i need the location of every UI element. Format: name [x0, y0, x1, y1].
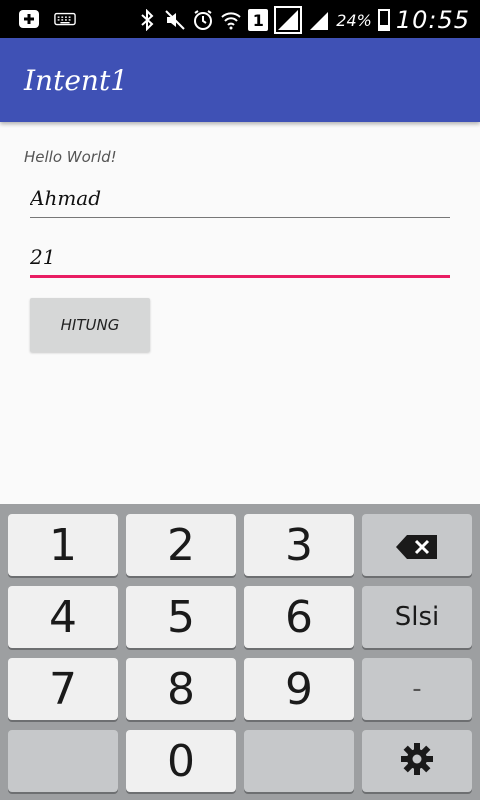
wifi-icon	[220, 9, 242, 31]
key-3[interactable]: 3	[244, 514, 354, 576]
key-5[interactable]: 5	[126, 586, 236, 648]
age-field[interactable]	[30, 238, 450, 278]
status-bar: 1 24% 10:55	[0, 0, 480, 38]
signal-bars-icon	[308, 9, 330, 31]
status-notifications	[18, 8, 76, 30]
settings-key[interactable]	[362, 730, 472, 792]
key-1[interactable]: 1	[8, 514, 118, 576]
app-title: Intent1	[24, 64, 129, 97]
app-bar: Intent1	[0, 38, 480, 122]
status-system-icons: 1 24% 10:55	[136, 6, 470, 34]
key-7[interactable]: 7	[8, 658, 118, 720]
clock: 10:55	[395, 6, 470, 34]
blank-key-right[interactable]	[244, 730, 354, 792]
key-8[interactable]: 8	[126, 658, 236, 720]
name-field[interactable]	[30, 178, 450, 218]
key-9[interactable]: 9	[244, 658, 354, 720]
blank-key-left[interactable]	[8, 730, 118, 792]
dash-key[interactable]: -	[362, 658, 472, 720]
battery-percent: 24%	[336, 10, 372, 30]
hello-text: Hello World!	[24, 148, 117, 166]
hitung-button[interactable]: HITUNG	[30, 298, 150, 352]
bluetooth-icon	[136, 9, 158, 31]
keyboard-icon	[54, 8, 76, 30]
sim-icon: 1	[248, 9, 269, 31]
alarm-icon	[192, 9, 214, 31]
next-key[interactable]: Slsi	[362, 586, 472, 648]
key-6[interactable]: 6	[244, 586, 354, 648]
key-4[interactable]: 4	[8, 586, 118, 648]
mute-icon	[164, 9, 186, 31]
numeric-keyboard: 1 2 3 4 5 6 Slsi 7 8 9 - 0	[0, 504, 480, 800]
add-icon	[18, 8, 40, 30]
battery-icon	[377, 9, 390, 31]
signal-icon	[274, 6, 303, 34]
key-0[interactable]: 0	[126, 730, 236, 792]
backspace-icon	[395, 520, 439, 571]
gear-icon	[400, 736, 434, 787]
backspace-key[interactable]	[362, 514, 472, 576]
key-2[interactable]: 2	[126, 514, 236, 576]
